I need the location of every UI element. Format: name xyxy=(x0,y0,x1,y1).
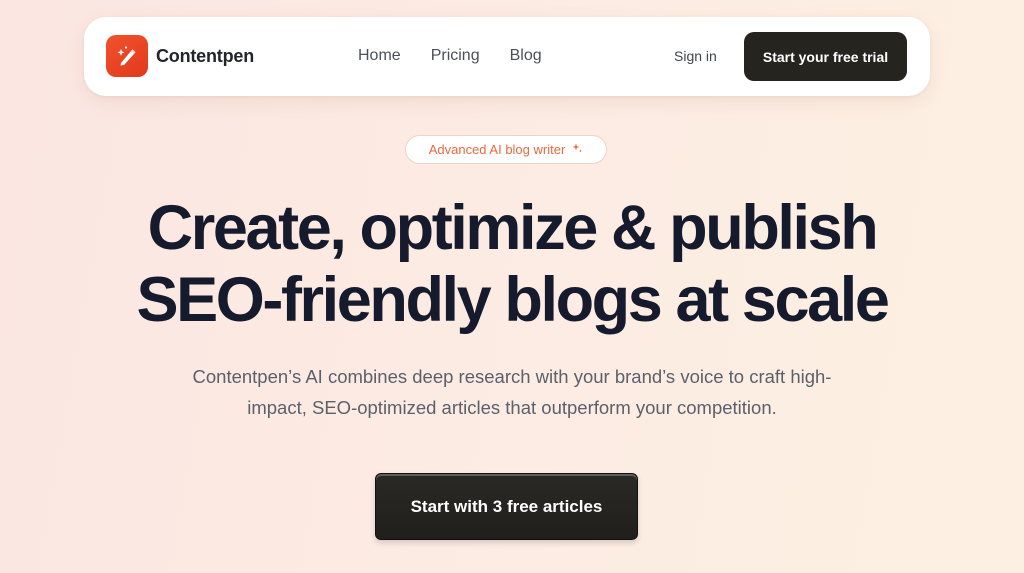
hero-headline: Create, optimize & publish SEO-friendly … xyxy=(0,192,1024,336)
badge-label: Advanced AI blog writer xyxy=(428,142,566,157)
feature-badge: Advanced AI blog writer xyxy=(405,135,607,164)
start-free-trial-button[interactable]: Start your free trial xyxy=(744,32,907,81)
nav-link-blog[interactable]: Blog xyxy=(510,47,542,65)
headline-line-1: Create, optimize & publish xyxy=(147,193,879,263)
subtext-line-1: Contentpen’s AI combines deep research w… xyxy=(192,366,832,387)
brand-logo[interactable]: Contentpen xyxy=(106,35,254,77)
headline-line-2: SEO-friendly blogs at scale xyxy=(136,265,890,335)
subtext-line-2: impact, SEO-optimized articles that outp… xyxy=(247,397,777,418)
nav-link-pricing[interactable]: Pricing xyxy=(431,47,480,65)
top-navbar: Contentpen Home Pricing Blog Sign in Sta… xyxy=(84,17,930,96)
hero-subtext: Contentpen’s AI combines deep research w… xyxy=(150,361,874,423)
pen-sparkle-icon xyxy=(106,35,148,77)
main-nav: Home Pricing Blog xyxy=(358,47,542,65)
start-free-articles-button[interactable]: Start with 3 free articles xyxy=(375,473,638,540)
brand-name: Contentpen xyxy=(156,45,254,66)
sparkle-icon xyxy=(571,141,583,159)
nav-link-home[interactable]: Home xyxy=(358,47,401,65)
sign-in-link[interactable]: Sign in xyxy=(674,48,717,64)
